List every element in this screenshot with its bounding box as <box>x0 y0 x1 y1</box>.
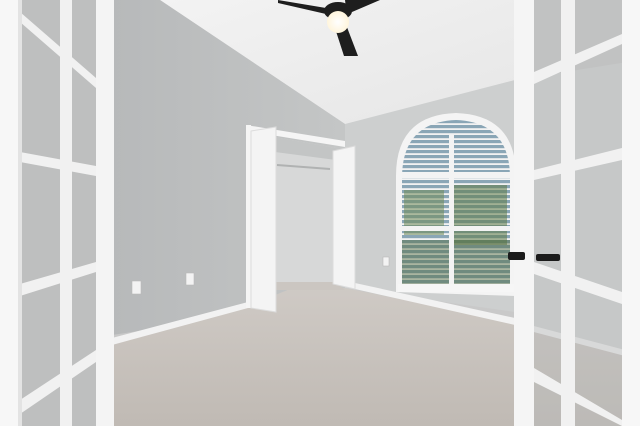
outlet-icon <box>185 272 195 286</box>
room-scene <box>0 0 640 426</box>
arched-window <box>396 113 516 296</box>
closet-frame-left <box>246 125 251 308</box>
left-french-door[interactable] <box>0 0 114 426</box>
outlet-icon <box>131 280 142 295</box>
right-french-door[interactable] <box>508 0 640 426</box>
closet-door-left <box>250 126 277 313</box>
outlet-icon <box>382 256 390 267</box>
closet-door-right <box>332 145 356 290</box>
